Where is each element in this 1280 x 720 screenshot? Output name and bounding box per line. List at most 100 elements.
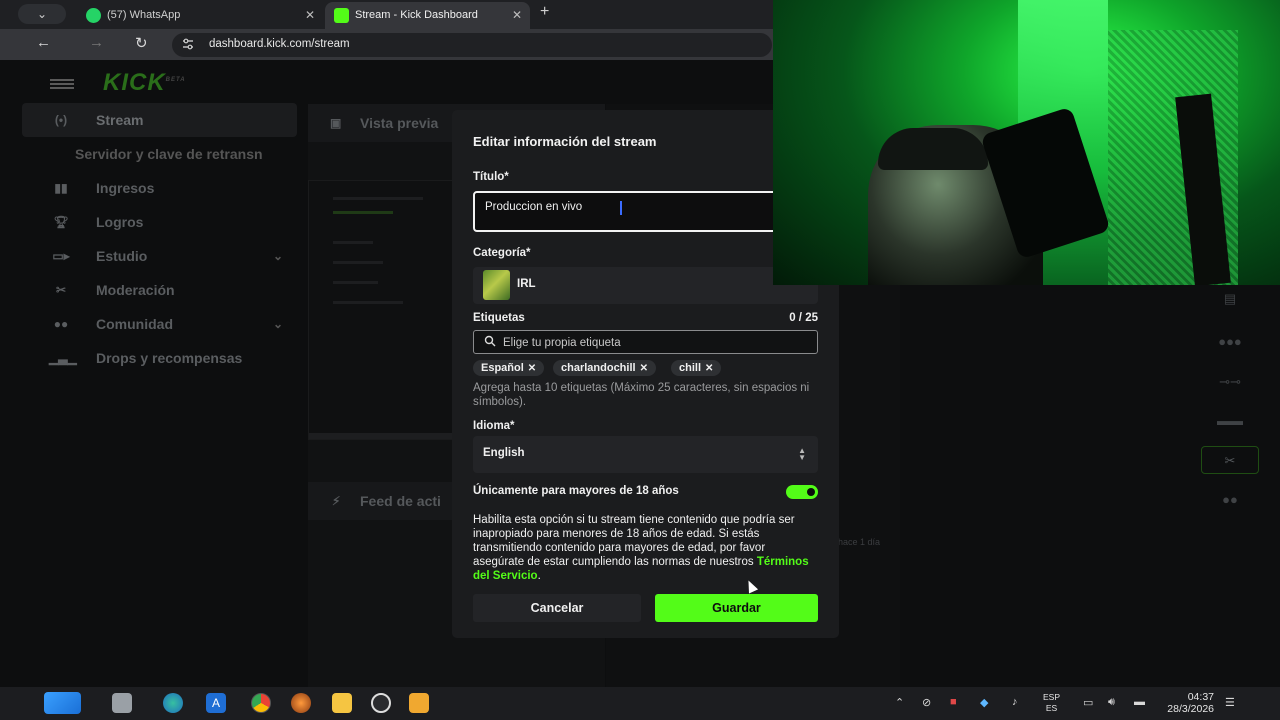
tag-label: Español: [481, 362, 524, 374]
language-select[interactable]: English ▲ ▼: [473, 436, 818, 473]
menu-icon[interactable]: [50, 79, 74, 89]
tag-search-input[interactable]: [503, 334, 803, 351]
store-icon[interactable]: A: [206, 693, 226, 713]
desktop-icon[interactable]: [112, 693, 132, 713]
sidebar-item-estudio[interactable]: ▭▸ Estudio ⌄: [22, 239, 297, 273]
sidebar-item-label: Drops y recompensas: [96, 350, 243, 366]
media-icon[interactable]: [409, 693, 429, 713]
studio-icon: ▭▸: [52, 249, 70, 263]
feed-title: Feed de acti: [360, 493, 441, 509]
notifications-icon[interactable]: ☰: [1225, 696, 1235, 709]
users-icon[interactable]: ●●: [1201, 486, 1259, 514]
title-input[interactable]: Produccion en vivo: [473, 191, 818, 232]
preview-ui-line: [333, 211, 393, 214]
studio-icon[interactable]: ▬▬: [1201, 407, 1259, 435]
close-icon[interactable]: ✕: [512, 2, 522, 29]
keyboard-language[interactable]: ESP ES: [1043, 692, 1060, 714]
tag-chip[interactable]: Español ✕: [473, 360, 545, 376]
sidebar-item-comunidad[interactable]: ●● Comunidad ⌄: [22, 307, 297, 341]
sidebar-item-drops[interactable]: ▁▃▁ Drops y recompensas: [22, 341, 297, 375]
obs-icon[interactable]: [371, 693, 391, 713]
remove-tag-icon[interactable]: ✕: [528, 363, 536, 374]
reload-icon[interactable]: ↻: [135, 34, 148, 52]
chat-icon[interactable]: ▤: [1201, 285, 1259, 313]
tag-chip[interactable]: charlandochill ✕: [553, 360, 656, 376]
back-icon[interactable]: ←: [36, 34, 51, 51]
preview-title: Vista previa: [360, 115, 439, 131]
network-icon[interactable]: ▭: [1083, 696, 1093, 709]
sidebar-item-label: Moderación: [96, 282, 175, 298]
clock-date: 28/3/2026: [1167, 703, 1214, 715]
tab-kick-dashboard[interactable]: Stream - Kick Dashboard ✕: [325, 2, 530, 29]
category-select[interactable]: IRL ▼: [473, 267, 818, 304]
app-tray-icon[interactable]: ■: [950, 696, 957, 708]
category-thumbnail: [483, 270, 510, 300]
new-tab-button[interactable]: +: [540, 3, 549, 21]
remove-tag-icon[interactable]: ✕: [640, 363, 648, 374]
save-button[interactable]: Guardar: [655, 594, 818, 622]
address-bar[interactable]: dashboard.kick.com/stream: [172, 33, 772, 57]
battery-icon[interactable]: ▬: [1134, 696, 1145, 708]
preview-icon: ▣: [330, 116, 342, 130]
sidebar-item-label: Ingresos: [96, 180, 155, 196]
adult-description: Habilita esta opción si tu stream tiene …: [473, 514, 809, 582]
preview-ui-line: [333, 301, 403, 304]
updown-icon: ▲ ▼: [798, 446, 806, 462]
sidebar-item-moderacion[interactable]: ✂︎ Moderación: [22, 273, 297, 307]
whatsapp-icon: [86, 8, 101, 23]
sidebar-item-server-key[interactable]: Servidor y clave de retransn: [22, 137, 297, 171]
remove-tag-icon[interactable]: ✕: [705, 363, 713, 374]
sidebar-item-label: Comunidad: [96, 316, 173, 332]
tab-search-button[interactable]: ⌄: [18, 4, 66, 24]
edge-icon[interactable]: [163, 693, 183, 713]
sidebar-item-logros[interactable]: 🏆︎ Logros: [22, 205, 297, 239]
preview-ui-line: [333, 197, 423, 200]
volume-icon[interactable]: 🔊︎: [1108, 696, 1115, 709]
forward-icon[interactable]: →: [89, 34, 104, 51]
chevron-up-icon[interactable]: ⌃: [895, 696, 904, 709]
sidebar-item-stream[interactable]: (•) Stream: [22, 103, 297, 137]
adult-text: Habilita esta opción si tu stream tiene …: [473, 514, 795, 568]
folder-icon[interactable]: [332, 693, 352, 713]
language-value: English: [483, 447, 525, 459]
category-value: IRL: [517, 278, 536, 290]
url-text: dashboard.kick.com/stream: [209, 38, 350, 50]
chrome-icon[interactable]: [251, 693, 271, 713]
tab-whatsapp[interactable]: (57) WhatsApp ✕: [77, 2, 323, 29]
close-icon[interactable]: ✕: [305, 2, 315, 29]
beta-badge: BETA: [165, 77, 186, 83]
tag-label: charlandochill: [561, 362, 636, 374]
language-label: Idioma*: [473, 420, 515, 432]
microphone-icon[interactable]: ♪: [1012, 696, 1018, 708]
webcam-cap: [878, 128, 988, 170]
chevron-down-icon[interactable]: ⌄: [273, 307, 283, 341]
tab-title: (57) WhatsApp: [107, 9, 181, 21]
tag-chip[interactable]: chill ✕: [671, 360, 722, 376]
preview-ui-line: [333, 261, 383, 264]
wrench-icon: ✂︎: [55, 283, 67, 297]
adult-toggle[interactable]: [786, 485, 818, 499]
moderation-icon[interactable]: ✂︎: [1201, 446, 1259, 474]
search-icon: [484, 335, 496, 347]
title-label: Título*: [473, 171, 509, 183]
site-settings-icon[interactable]: [182, 38, 194, 50]
app-icon[interactable]: [291, 693, 311, 713]
windows-start-icon[interactable]: [44, 692, 81, 714]
logo-text: KICK: [103, 69, 166, 96]
kick-logo[interactable]: KICKBETA: [103, 69, 186, 97]
shield-icon[interactable]: ◆: [980, 696, 988, 709]
chevron-down-icon[interactable]: ⌄: [273, 239, 283, 273]
broadcast-icon: (•): [54, 113, 68, 127]
modal-title: Editar información del stream: [473, 134, 657, 149]
link-icon[interactable]: ⊸⊸: [1201, 368, 1259, 396]
clock[interactable]: 04:37 28/3/2026: [1166, 691, 1214, 715]
tag-search-field[interactable]: [473, 330, 818, 354]
category-label: Categoría*: [473, 247, 531, 259]
community-icon: ●●: [53, 317, 69, 331]
text-caret: [620, 201, 622, 215]
sidebar-item-ingresos[interactable]: ▮▮ Ingresos: [22, 171, 297, 205]
vpn-icon[interactable]: ⊘: [922, 696, 931, 709]
emote-icon[interactable]: ●●●: [1201, 328, 1259, 356]
webcam-overlay: [773, 0, 1280, 285]
cancel-button[interactable]: Cancelar: [473, 594, 641, 622]
